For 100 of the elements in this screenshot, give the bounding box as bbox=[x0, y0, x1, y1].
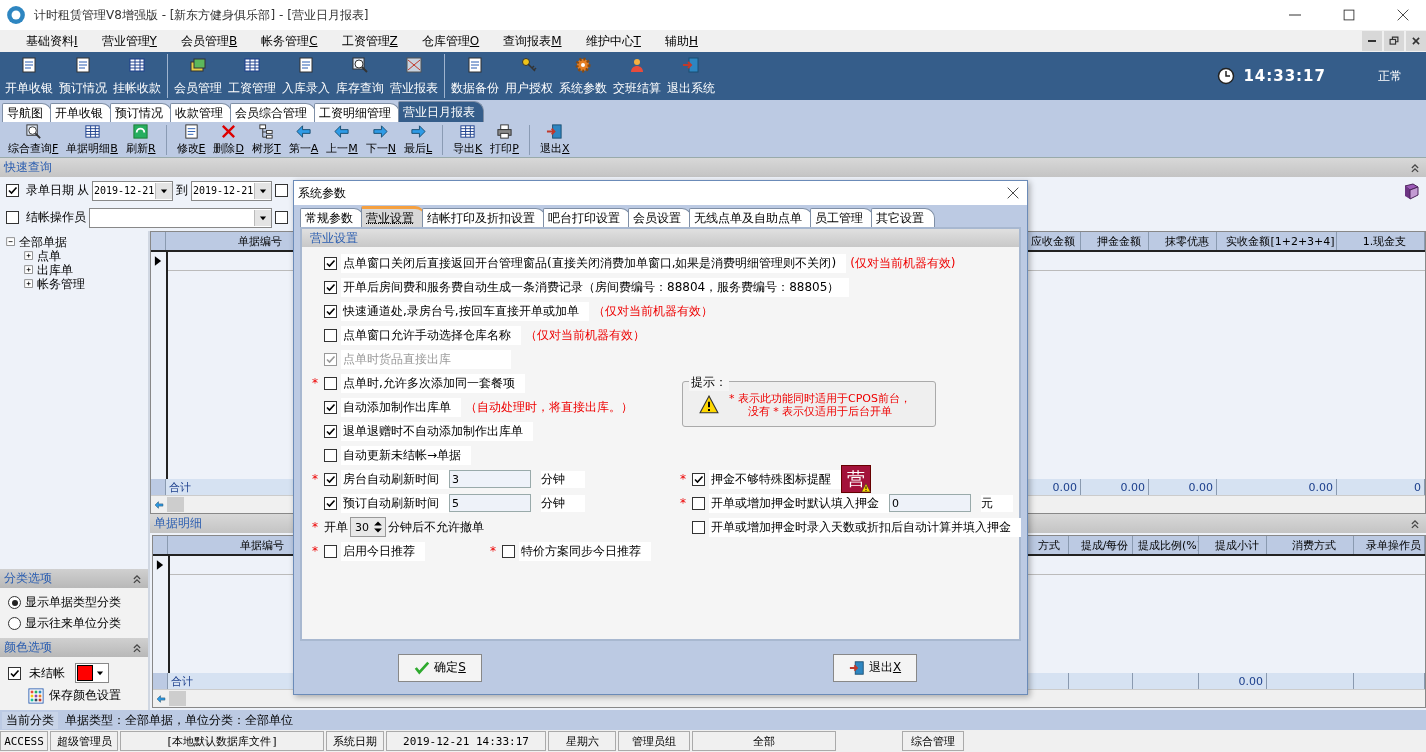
tab[interactable]: 结帐打印及折扣设置 bbox=[422, 208, 546, 227]
menu-item[interactable]: 工资管理Z bbox=[341, 30, 398, 52]
radio-button[interactable] bbox=[8, 596, 21, 609]
tab[interactable]: 其它设置 bbox=[871, 208, 935, 227]
toolbar-button[interactable]: 删除D bbox=[209, 123, 248, 156]
checkbox[interactable] bbox=[324, 472, 337, 486]
tab[interactable]: 工资明细管理 bbox=[314, 103, 400, 122]
checkbox[interactable] bbox=[6, 184, 19, 197]
expand-box-icon[interactable] bbox=[22, 277, 36, 291]
tab[interactable]: 无线点单及自助点单 bbox=[689, 208, 813, 227]
column-header[interactable]: 提成比例(%) bbox=[1133, 536, 1199, 554]
toolbar-button[interactable]: 树形T bbox=[247, 123, 285, 156]
checkbox[interactable] bbox=[8, 666, 21, 680]
radio-button[interactable] bbox=[8, 617, 21, 630]
checkbox[interactable] bbox=[692, 520, 705, 534]
menu-item[interactable]: 仓库管理O bbox=[421, 30, 480, 52]
tab[interactable]: 导航图 bbox=[2, 103, 52, 122]
scrollbar-thumb[interactable] bbox=[167, 497, 184, 512]
column-header[interactable]: 押金金额 bbox=[1081, 232, 1149, 250]
toolbar-button[interactable]: 综合查询F bbox=[4, 123, 63, 156]
column-header[interactable]: 消费方式 bbox=[1267, 536, 1354, 554]
checkbox[interactable] bbox=[502, 544, 515, 558]
checkbox[interactable] bbox=[324, 400, 337, 414]
tab[interactable]: 营业设置 bbox=[361, 206, 425, 227]
checkbox[interactable] bbox=[324, 304, 337, 318]
minimize-button[interactable] bbox=[1362, 31, 1382, 51]
number-field[interactable]: 3 bbox=[449, 470, 531, 488]
toolbar-button[interactable]: 导出K bbox=[449, 123, 487, 156]
restore-button[interactable] bbox=[1384, 31, 1404, 51]
menu-item[interactable]: 基础资料I bbox=[26, 30, 78, 52]
toolbar-button[interactable]: 单据明细B bbox=[62, 123, 122, 156]
tab[interactable]: 开单收银 bbox=[50, 103, 112, 122]
ok-button[interactable]: 确定S bbox=[398, 653, 482, 682]
date-picker[interactable]: 2019-12-21 bbox=[92, 180, 173, 201]
toolbar-button[interactable]: 最后L bbox=[399, 123, 437, 156]
toolbar-button[interactable]: 退出系统 bbox=[664, 55, 718, 97]
checkbox[interactable] bbox=[275, 211, 288, 224]
toolbar-button[interactable]: 打印P bbox=[486, 123, 523, 156]
column-header[interactable]: 1.现金支 bbox=[1337, 232, 1425, 250]
date-picker[interactable]: 2019-12-21 bbox=[191, 180, 272, 201]
checkbox[interactable] bbox=[692, 472, 705, 486]
save-color-button[interactable]: 保存颜色设置 bbox=[28, 687, 140, 704]
menu-item[interactable]: 辅助H bbox=[664, 30, 698, 52]
number-field[interactable]: 5 bbox=[449, 494, 531, 512]
checkbox[interactable] bbox=[324, 544, 337, 558]
toolbar-button[interactable]: 数据备份 bbox=[448, 55, 502, 97]
toolbar-button[interactable]: 开单收银 bbox=[2, 55, 56, 97]
toolbar-button[interactable]: 退出X bbox=[535, 123, 574, 156]
tab[interactable]: 员工管理 bbox=[810, 208, 874, 227]
toolbar-button[interactable]: 用户授权 bbox=[502, 55, 556, 97]
checkbox[interactable] bbox=[324, 256, 337, 270]
toolbar-button[interactable]: 下一N bbox=[361, 123, 400, 156]
tab[interactable]: 常规参数 bbox=[300, 208, 364, 227]
toolbar-button[interactable]: 系统参数 bbox=[556, 55, 610, 97]
checkbox[interactable] bbox=[275, 184, 288, 197]
tab[interactable]: 营业日月报表 bbox=[398, 101, 484, 122]
checkbox[interactable] bbox=[324, 328, 337, 342]
toolbar-button[interactable]: 库存查询 bbox=[333, 55, 387, 97]
toolbar-button[interactable]: 入库录入 bbox=[279, 55, 333, 97]
menu-item[interactable]: 帐务管理C bbox=[261, 30, 318, 52]
toolbar-button[interactable]: 第一A bbox=[284, 123, 323, 156]
toolbar-button[interactable]: 上一M bbox=[322, 123, 362, 156]
tab[interactable]: 预订情况 bbox=[110, 103, 172, 122]
toolbar-button[interactable]: 工资管理 bbox=[225, 55, 279, 97]
checkbox[interactable] bbox=[692, 496, 705, 510]
expand-box-icon[interactable] bbox=[22, 249, 36, 263]
toolbar-button[interactable]: 会员管理 bbox=[171, 55, 225, 97]
checkbox[interactable] bbox=[324, 424, 337, 438]
column-header[interactable]: 录单操作员 bbox=[1354, 536, 1425, 554]
color-picker[interactable] bbox=[75, 663, 109, 683]
number-spinner[interactable]: 30 bbox=[350, 517, 386, 537]
exit-button[interactable]: 退出X bbox=[833, 653, 917, 682]
required-marker: * bbox=[490, 544, 497, 558]
toolbar-button[interactable]: 营业报表 bbox=[387, 55, 441, 97]
column-header[interactable]: 实收金额[1+2+3+4] bbox=[1217, 232, 1337, 250]
checkbox[interactable] bbox=[324, 280, 337, 294]
menu-item[interactable]: 查询报表M bbox=[503, 30, 562, 52]
toolbar-button[interactable]: 修改E bbox=[172, 123, 210, 156]
column-header[interactable]: 提成/每份 bbox=[1069, 536, 1133, 554]
toolbar-button[interactable]: 预订情况 bbox=[56, 55, 110, 97]
close-button[interactable] bbox=[1406, 31, 1426, 51]
checkbox[interactable] bbox=[324, 448, 337, 462]
tab[interactable]: 会员设置 bbox=[628, 208, 692, 227]
number-field[interactable]: 0 bbox=[889, 494, 971, 512]
toolbar-button[interactable]: 挂帐收款 bbox=[110, 55, 164, 97]
expand-box-icon[interactable] bbox=[22, 263, 36, 277]
scrollbar-thumb[interactable] bbox=[169, 691, 186, 706]
toolbar-button[interactable]: 刷新R bbox=[121, 123, 160, 156]
column-header[interactable]: 提成小计 bbox=[1199, 536, 1267, 554]
tab[interactable]: 吧台打印设置 bbox=[543, 208, 631, 227]
checkbox[interactable] bbox=[324, 496, 337, 510]
menu-item[interactable]: 维护中心T bbox=[585, 30, 641, 52]
menu-item[interactable]: 营业管理Y bbox=[101, 30, 157, 52]
column-header[interactable]: 抹零优惠 bbox=[1149, 232, 1217, 250]
tab[interactable]: 会员综合管理 bbox=[230, 103, 316, 122]
menu-item[interactable]: 会员管理B bbox=[180, 30, 238, 52]
tab[interactable]: 收款管理 bbox=[170, 103, 232, 122]
toolbar-button[interactable]: 交班结算 bbox=[610, 55, 664, 97]
checkbox[interactable] bbox=[324, 376, 337, 390]
checkbox[interactable] bbox=[6, 211, 19, 224]
